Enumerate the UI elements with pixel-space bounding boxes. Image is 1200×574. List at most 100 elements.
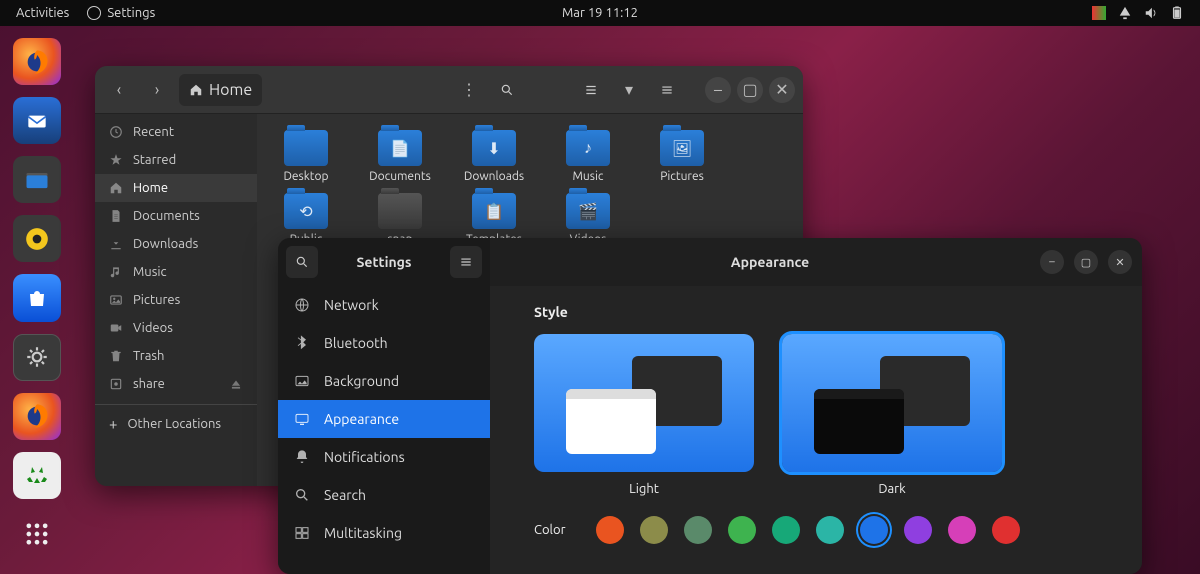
- search-icon: [500, 83, 514, 97]
- sidebar-item-downloads[interactable]: Downloads: [95, 230, 257, 258]
- recycle-icon: [25, 463, 49, 487]
- folder-downloads[interactable]: ⬇Downloads: [455, 130, 533, 183]
- minimize-button[interactable]: –: [1040, 250, 1064, 274]
- sidebar-other-locations[interactable]: +Other Locations: [95, 404, 257, 439]
- dock-firefox-2[interactable]: [13, 393, 61, 440]
- settings-search-button[interactable]: [286, 246, 318, 278]
- settings-sidebar: Network Bluetooth Background Appearance Noti…: [278, 286, 490, 574]
- sidebar-item-label: Music: [133, 265, 167, 279]
- color-swatch[interactable]: [992, 516, 1020, 544]
- settings-item-notifications[interactable]: Notifications: [278, 438, 490, 476]
- music-icon: [109, 265, 123, 279]
- sidebar-item-trash[interactable]: Trash: [95, 342, 257, 370]
- search-button[interactable]: [491, 74, 523, 106]
- sidebar-item-videos[interactable]: Videos: [95, 314, 257, 342]
- folder-documents[interactable]: 📄Documents: [361, 130, 439, 183]
- minimize-button[interactable]: –: [705, 77, 731, 103]
- dock-trash[interactable]: [13, 452, 61, 499]
- settings-item-label: Appearance: [324, 411, 399, 427]
- settings-menu-button[interactable]: [450, 246, 482, 278]
- dock-rhythmbox[interactable]: [13, 215, 61, 262]
- folder-label: Downloads: [464, 170, 524, 183]
- files-headerbar: ‹ › Home ⋮ ▾ – ▢ ✕: [95, 66, 803, 114]
- sidebar-item-label: share: [133, 377, 165, 391]
- close-button[interactable]: ✕: [1108, 250, 1132, 274]
- color-swatch[interactable]: [948, 516, 976, 544]
- folder-label: Music: [573, 170, 604, 183]
- globe-icon: [294, 297, 310, 313]
- maximize-button[interactable]: ▢: [1074, 250, 1098, 274]
- show-applications[interactable]: [13, 511, 61, 558]
- settings-item-search[interactable]: Search: [278, 476, 490, 514]
- settings-item-network[interactable]: Network: [278, 286, 490, 324]
- color-swatch[interactable]: [640, 516, 668, 544]
- settings-item-label: Search: [324, 487, 366, 503]
- sidebar-item-starred[interactable]: Starred: [95, 146, 257, 174]
- folder-music[interactable]: ♪Music: [549, 130, 627, 183]
- view-dropdown[interactable]: ▾: [613, 74, 645, 106]
- dock-settings[interactable]: [13, 334, 61, 381]
- maximize-button[interactable]: ▢: [737, 77, 763, 103]
- folder-desktop[interactable]: Desktop: [267, 130, 345, 183]
- back-button[interactable]: ‹: [103, 74, 135, 106]
- folder-pictures[interactable]: 🖼Pictures: [643, 130, 721, 183]
- dock-thunderbird[interactable]: [13, 97, 61, 144]
- close-button[interactable]: ✕: [769, 77, 795, 103]
- color-swatch[interactable]: [860, 516, 888, 544]
- color-swatch[interactable]: [816, 516, 844, 544]
- color-swatch[interactable]: [728, 516, 756, 544]
- path-label: Home: [209, 81, 252, 99]
- grid-icon: [23, 520, 51, 548]
- folder-label: Desktop: [283, 170, 328, 183]
- color-swatch[interactable]: [772, 516, 800, 544]
- hamburger-button[interactable]: [651, 74, 683, 106]
- star-icon: [109, 153, 123, 167]
- settings-content: Style LightDark Color: [490, 286, 1142, 574]
- folder-icon: 🎬: [566, 193, 610, 229]
- picture-icon: [109, 293, 123, 307]
- color-swatch[interactable]: [596, 516, 624, 544]
- list-icon: [584, 83, 598, 97]
- system-tray[interactable]: [1092, 6, 1200, 20]
- sidebar-item-label: Starred: [133, 153, 176, 167]
- dock-software[interactable]: [13, 274, 61, 321]
- sidebar-item-documents[interactable]: Documents: [95, 202, 257, 230]
- style-option-dark[interactable]: Dark: [782, 334, 1002, 496]
- home-icon: [189, 83, 203, 97]
- sidebar-item-label: Videos: [133, 321, 173, 335]
- sidebar-item-home[interactable]: Home: [95, 174, 257, 202]
- forward-button[interactable]: ›: [141, 74, 173, 106]
- settings-item-appearance[interactable]: Appearance: [278, 400, 490, 438]
- settings-item-bluetooth[interactable]: Bluetooth: [278, 324, 490, 362]
- color-swatch[interactable]: [684, 516, 712, 544]
- color-swatch[interactable]: [904, 516, 932, 544]
- settings-item-label: Bluetooth: [324, 335, 388, 351]
- activities-button[interactable]: Activities: [16, 6, 69, 20]
- sidebar-item-share[interactable]: share: [95, 370, 257, 398]
- files-sidebar: Recent Starred HomeDocumentsDownloads Music…: [95, 114, 257, 486]
- dock-firefox[interactable]: [13, 38, 61, 85]
- folder-icon: [284, 130, 328, 166]
- app-menu[interactable]: Settings: [87, 6, 155, 20]
- volume-icon: [1144, 6, 1158, 20]
- settings-item-label: Notifications: [324, 449, 405, 465]
- settings-item-background[interactable]: Background: [278, 362, 490, 400]
- sidebar-item-recent[interactable]: Recent: [95, 118, 257, 146]
- settings-item-multitasking[interactable]: Multitasking: [278, 514, 490, 552]
- style-option-light[interactable]: Light: [534, 334, 754, 496]
- doc-icon: [109, 209, 123, 223]
- view-list-button[interactable]: [575, 74, 607, 106]
- sidebar-item-label: Other Locations: [127, 417, 221, 431]
- bell-icon: [294, 449, 310, 465]
- clock[interactable]: Mar 19 11:12: [562, 6, 638, 20]
- sidebar-item-music[interactable]: Music: [95, 258, 257, 286]
- disk-icon: [109, 377, 123, 391]
- gear-icon: [87, 6, 101, 20]
- shoppingbag-icon: [25, 286, 49, 310]
- dock-files[interactable]: [13, 156, 61, 203]
- pathbar[interactable]: Home: [179, 74, 262, 106]
- settings-item-label: Background: [324, 373, 399, 389]
- folder-icon: [378, 193, 422, 229]
- kebab-button[interactable]: ⋮: [453, 74, 485, 106]
- sidebar-item-pictures[interactable]: Pictures: [95, 286, 257, 314]
